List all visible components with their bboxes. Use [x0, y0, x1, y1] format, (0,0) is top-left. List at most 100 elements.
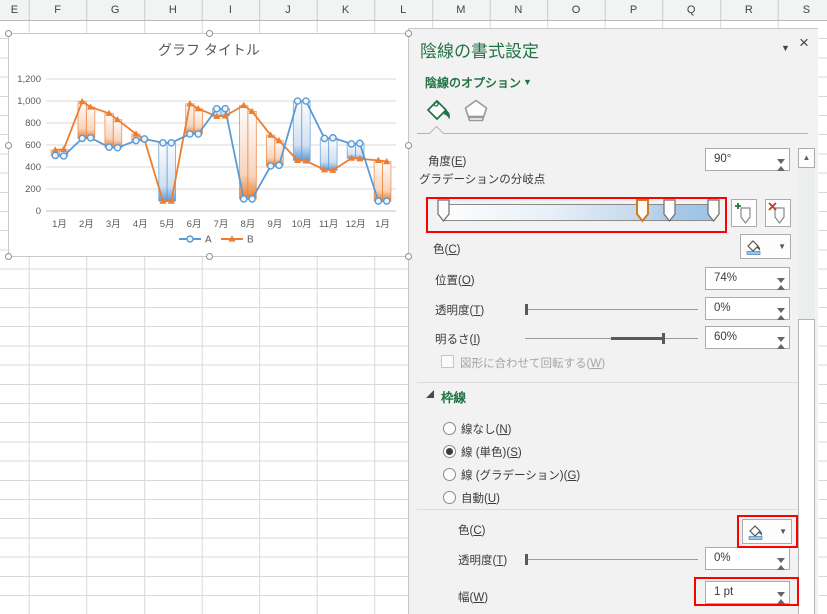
spin-down-icon[interactable] [777, 337, 786, 354]
series-A-marker[interactable] [59, 152, 68, 160]
selection-handle[interactable] [405, 253, 412, 260]
radio-border-option-0[interactable] [443, 422, 456, 435]
spin-down-icon[interactable] [777, 308, 786, 325]
rotate-with-shape-checkbox[interactable] [441, 355, 454, 368]
spin-up-icon[interactable] [777, 269, 786, 290]
series-A-marker[interactable] [239, 195, 248, 203]
down-bar[interactable] [301, 100, 311, 162]
brightness-spinner[interactable]: 60% [705, 326, 790, 354]
spin-up-icon[interactable] [777, 328, 786, 349]
transparency-spinner[interactable]: 0% [705, 297, 790, 325]
slider-thumb[interactable] [525, 304, 528, 315]
column-header-E[interactable]: E [0, 0, 34, 20]
radio-border-option-1[interactable] [443, 445, 456, 458]
column-header-I[interactable]: I [210, 0, 250, 20]
series-A-marker[interactable] [266, 162, 275, 170]
selection-handle[interactable] [206, 30, 213, 37]
down-bar-options-label[interactable]: 陰線のオプション [425, 74, 521, 91]
pane-options-chevron-icon[interactable]: ▼ [781, 43, 790, 53]
selection-handle[interactable] [5, 253, 12, 260]
series-A-marker[interactable] [212, 104, 221, 113]
spin-up-icon[interactable] [777, 549, 786, 570]
stop-color-button[interactable]: ▼ [740, 234, 791, 259]
chart-object[interactable]: 0 200 400 600 800 1,000 1,200 1月 2月 3月 4月 5月 6月 7月 8月 9… [5, 30, 412, 260]
border-section-label[interactable]: 枠線 [441, 387, 466, 406]
column-header-N[interactable]: N [498, 0, 538, 20]
slider-thumb[interactable] [662, 333, 665, 344]
fill-line-tab[interactable] [424, 97, 452, 125]
series-A-marker[interactable] [275, 161, 283, 170]
border-transparency-spinner[interactable]: 0% [705, 547, 790, 575]
series-A-marker[interactable] [347, 140, 356, 148]
spin-down-icon[interactable] [777, 558, 786, 575]
series-A-marker[interactable] [51, 151, 60, 160]
radio-border-option-label-2[interactable]: 線 (グラデーション)(G) [461, 467, 580, 483]
series-A-marker[interactable] [86, 134, 95, 142]
series-A-marker[interactable] [194, 130, 203, 138]
chart-title[interactable]: グラフ タイトル [158, 42, 260, 58]
column-header-row[interactable]: EFGHIJKLMNOPQRS [0, 0, 827, 21]
column-header-P[interactable]: P [614, 0, 654, 20]
spin-down-icon[interactable] [777, 278, 786, 295]
selection-handle[interactable] [405, 142, 412, 149]
up-bar[interactable] [265, 134, 276, 167]
series-A-marker[interactable] [302, 97, 310, 105]
up-bar[interactable] [382, 161, 392, 202]
column-header-Q[interactable]: Q [671, 0, 711, 20]
transparency-slider[interactable] [525, 304, 698, 315]
radio-border-option-label-1[interactable]: 線 (単色)(S) [461, 444, 522, 460]
series-A-marker[interactable] [140, 135, 149, 143]
series-A-marker[interactable] [186, 130, 194, 138]
border-transparency-slider[interactable] [525, 554, 698, 565]
series-A-marker[interactable] [320, 134, 329, 143]
down-bar[interactable] [166, 142, 177, 202]
angle-spinner[interactable]: 90° [705, 148, 790, 176]
down-bar[interactable] [328, 137, 338, 171]
column-header-R[interactable]: R [729, 0, 769, 20]
up-bar[interactable] [112, 119, 123, 149]
column-header-G[interactable]: G [95, 0, 135, 20]
up-bar[interactable] [373, 159, 383, 202]
series-A-marker[interactable] [167, 139, 176, 147]
selection-handle[interactable] [405, 30, 412, 37]
brightness-slider[interactable] [525, 333, 698, 344]
radio-border-option-label-0[interactable]: 線なし(N) [461, 421, 512, 437]
down-bar[interactable] [319, 137, 330, 171]
column-header-O[interactable]: O [556, 0, 596, 20]
selection-handle[interactable] [5, 30, 12, 37]
spin-up-icon[interactable] [777, 299, 786, 320]
column-header-J[interactable]: J [268, 0, 308, 20]
scrollbar-thumb[interactable] [798, 319, 815, 614]
series-A-marker[interactable] [382, 197, 391, 205]
up-bar[interactable] [85, 106, 96, 139]
series-A-marker[interactable] [105, 143, 113, 151]
series-A-marker[interactable] [221, 104, 229, 113]
remove-gradient-stop-button[interactable] [765, 199, 791, 227]
column-header-L[interactable]: L [383, 0, 423, 20]
chevron-down-icon[interactable]: ▼ [523, 77, 532, 87]
series-A-marker[interactable] [374, 197, 383, 205]
selection-handle[interactable] [206, 253, 213, 260]
column-header-M[interactable]: M [441, 0, 481, 20]
column-header-K[interactable]: K [326, 0, 366, 20]
up-bar[interactable] [247, 110, 257, 200]
column-header-F[interactable]: F [38, 0, 78, 20]
selection-handle[interactable] [5, 142, 12, 149]
add-gradient-stop-button[interactable] [731, 199, 757, 227]
series-A-marker[interactable] [329, 134, 337, 142]
series-B-marker[interactable] [240, 101, 248, 108]
column-header-H[interactable]: H [153, 0, 193, 20]
collapse-section-icon[interactable] [426, 390, 434, 398]
legend-label-B[interactable]: B [247, 235, 254, 246]
position-spinner[interactable]: 74% [705, 267, 790, 295]
close-icon[interactable]: × [799, 33, 809, 53]
radio-border-option-3[interactable] [443, 491, 456, 504]
series-A-marker[interactable] [113, 143, 122, 152]
series-A-marker[interactable] [132, 136, 140, 145]
series-A-marker[interactable] [159, 139, 167, 147]
column-header-S[interactable]: S [786, 0, 826, 20]
series-A-marker[interactable] [293, 97, 302, 105]
series-A-marker[interactable] [78, 134, 86, 143]
series-A-marker[interactable] [356, 139, 364, 148]
up-bar[interactable] [104, 112, 114, 148]
